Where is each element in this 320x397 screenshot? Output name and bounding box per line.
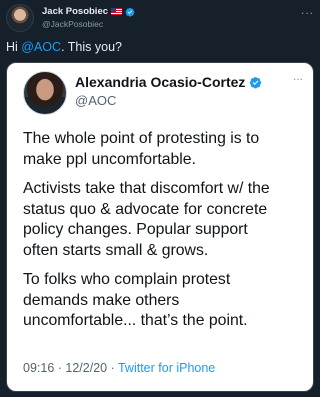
outer-text-prefix: Hi [6, 40, 22, 54]
outer-display-name[interactable]: Jack Posobiec [42, 6, 108, 17]
quoted-tweet-text: The whole point of protesting is to make… [23, 129, 313, 341]
quoted-avatar[interactable] [23, 71, 67, 115]
more-horizontal-icon[interactable]: ... [301, 4, 314, 16]
tweet-paragraph-3: To folks who complain protest demands ma… [23, 271, 248, 329]
more-horizontal-icon[interactable]: ... [293, 70, 303, 82]
tweet-timestamp[interactable]: 09:16 · 12/2/20 · [23, 361, 118, 375]
us-flag-icon [111, 8, 123, 15]
tweet-paragraph-2: Activists take that discomfort w/ the st… [23, 180, 270, 259]
quoted-display-name[interactable]: Alexandria Ocasio-Cortez [75, 74, 245, 90]
quoted-name-row: Alexandria Ocasio-Cortez [75, 73, 262, 91]
tweet-source-link[interactable]: Twitter for iPhone [118, 361, 215, 375]
outer-tweet-header: Jack Posobiec @JackPosobiec [6, 4, 135, 32]
tweet-paragraph-1: The whole point of protesting is to make… [23, 130, 260, 168]
verified-badge-icon [250, 76, 262, 88]
mention-link[interactable]: @AOC [21, 40, 61, 54]
verified-badge-icon [125, 7, 135, 17]
tweet-screenshot: Jack Posobiec @JackPosobiec ... Hi @AOC.… [0, 0, 320, 397]
quoted-tweet-card[interactable]: Alexandria Ocasio-Cortez @AOC ... The wh… [6, 62, 314, 392]
outer-tweet-text: Hi @AOC. This you? [6, 40, 122, 54]
quoted-handle[interactable]: @AOC [75, 93, 116, 108]
tweet-meta: 09:16 · 12/2/20 · Twitter for iPhone [23, 361, 215, 375]
outer-text-suffix: . This you? [61, 40, 122, 54]
outer-name-row: Jack Posobiec [42, 5, 135, 18]
outer-handle[interactable]: @JackPosobiec [42, 19, 135, 29]
avatar[interactable] [6, 4, 34, 32]
outer-author: Jack Posobiec @JackPosobiec [42, 5, 135, 29]
